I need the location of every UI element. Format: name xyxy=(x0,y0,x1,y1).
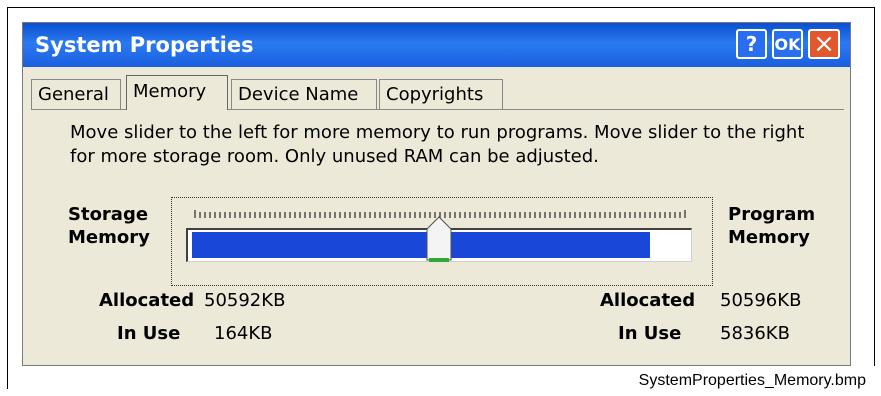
ok-button[interactable]: OK xyxy=(772,29,803,59)
program-in-use-value: 5836KB xyxy=(720,323,790,344)
title-bar[interactable]: System Properties ? OK × xyxy=(23,23,850,67)
document-frame-top xyxy=(7,7,875,8)
program-allocated-label: Allocated xyxy=(600,290,696,311)
tab-memory[interactable]: Memory xyxy=(126,75,228,110)
program-allocated-value: 50596KB xyxy=(720,290,802,311)
storage-label-line2: Memory xyxy=(68,227,150,248)
program-in-use-label: In Use xyxy=(618,323,682,344)
tab-copyrights[interactable]: Copyrights xyxy=(379,79,503,109)
program-memory-label: Program Memory xyxy=(728,203,815,249)
storage-memory-label: Storage Memory xyxy=(68,203,150,249)
document-frame-left xyxy=(7,7,8,389)
storage-allocated-value: 50592KB xyxy=(204,290,286,311)
system-properties-window: System Properties ? OK × General Memory … xyxy=(22,22,851,366)
memory-slider-focus-box xyxy=(171,197,713,286)
close-button[interactable]: × xyxy=(808,29,840,59)
storage-in-use-value: 164KB xyxy=(214,323,273,344)
storage-in-use-label: In Use xyxy=(117,323,181,344)
window-title: System Properties xyxy=(35,33,254,57)
storage-label-line1: Storage xyxy=(68,204,149,225)
memory-slider-thumb[interactable] xyxy=(426,216,452,264)
document-frame-right xyxy=(874,7,875,366)
program-label-line2: Memory xyxy=(728,227,810,248)
tab-device-name[interactable]: Device Name xyxy=(231,79,377,109)
help-button[interactable]: ? xyxy=(736,29,767,59)
tab-general[interactable]: General xyxy=(31,79,121,109)
memory-description: Move slider to the left for more memory … xyxy=(70,122,805,167)
program-label-line1: Program xyxy=(728,204,816,225)
storage-allocated-label: Allocated xyxy=(99,290,195,311)
memory-slider-fill xyxy=(192,232,650,258)
image-caption: SystemProperties_Memory.bmp xyxy=(638,372,866,389)
